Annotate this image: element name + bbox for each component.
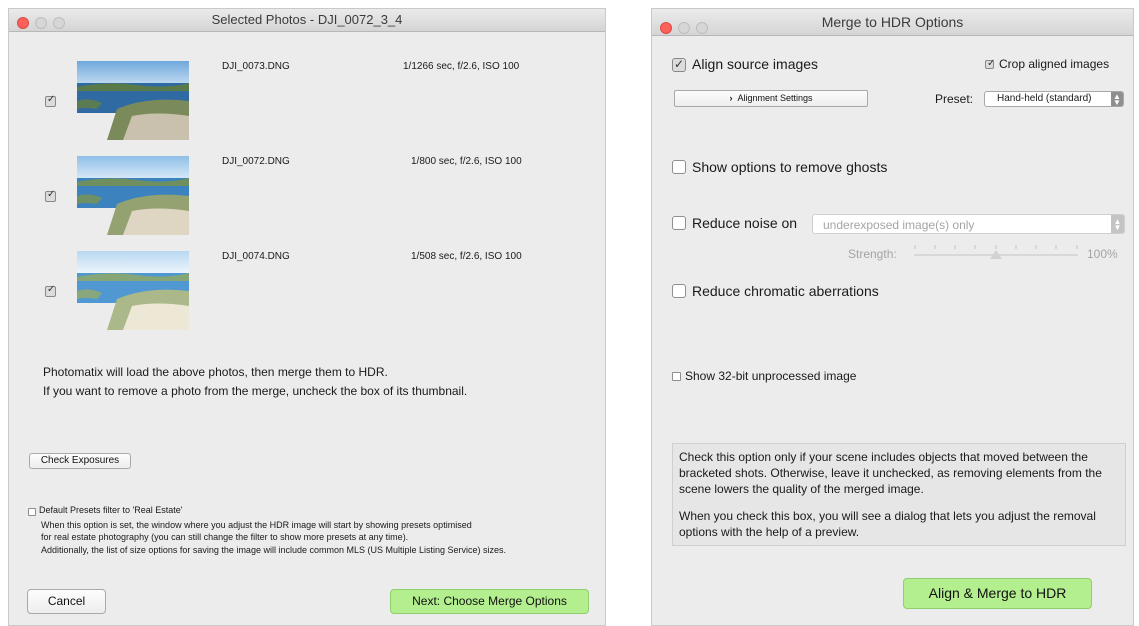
- photo-exposure-2: 1/800 sec, f/2.6, ISO 100: [411, 156, 522, 167]
- remove-ghosts-label: Show options to remove ghosts: [692, 159, 888, 175]
- photo-thumbnail-1: [77, 61, 189, 140]
- minimize-icon[interactable]: [35, 17, 47, 29]
- remove-ghosts-checkbox[interactable]: [672, 160, 686, 174]
- help-text-box: Check this option only if your scene inc…: [672, 443, 1126, 546]
- strength-slider-thumb[interactable]: [990, 250, 1002, 259]
- presets-desc-line-2: for real estate photography (you can sti…: [41, 532, 409, 542]
- presets-desc-line-1: When this option is set, the window wher…: [41, 520, 472, 530]
- strength-slider[interactable]: [914, 245, 1078, 261]
- photo-checkbox-3[interactable]: [45, 284, 56, 297]
- next-choose-merge-options-button[interactable]: Next: Choose Merge Options: [390, 589, 589, 614]
- reduce-noise-label: Reduce noise on: [692, 215, 798, 231]
- window-controls: [660, 16, 714, 42]
- selected-photos-window: Selected Photos - DJI_0072_3_4 DJI_0073.…: [8, 8, 606, 626]
- chevron-updown-icon: ▲ ▼: [1111, 92, 1123, 107]
- default-presets-checkbox[interactable]: [28, 508, 36, 516]
- preset-label: Preset:: [935, 92, 974, 106]
- align-source-images-checkbox[interactable]: [672, 57, 686, 72]
- preset-select[interactable]: Hand-held (standard) ▲ ▼: [984, 91, 1124, 107]
- photo-thumbnail-3: [77, 251, 189, 330]
- show-32bit-checkbox[interactable]: [672, 372, 681, 381]
- photo-exposure-1: 1/1266 sec, f/2.6, ISO 100: [403, 61, 520, 72]
- title-bar: Merge to HDR Options: [652, 9, 1133, 36]
- strength-value: 100%: [1087, 247, 1118, 261]
- default-presets-label: Default Presets filter to 'Real Estate': [39, 505, 183, 515]
- help-paragraph-2: When you check this box, you will see a …: [679, 509, 1096, 539]
- chevron-right-icon: ›: [729, 93, 733, 103]
- photo-exposure-3: 1/508 sec, f/2.6, ISO 100: [411, 251, 522, 262]
- presets-desc-line-3: Additionally, the list of size options f…: [41, 545, 507, 555]
- align-source-images-label: Align source images: [692, 56, 819, 72]
- chromatic-aberrations-label: Reduce chromatic aberrations: [692, 283, 879, 299]
- close-icon[interactable]: [17, 17, 29, 29]
- crop-aligned-images-checkbox[interactable]: [985, 58, 995, 69]
- chromatic-aberrations-checkbox[interactable]: [672, 284, 686, 298]
- preset-select-value: Hand-held (standard): [997, 93, 1092, 104]
- crop-aligned-images-label: Crop aligned images: [999, 57, 1110, 71]
- help-paragraph-1: Check this option only if your scene inc…: [679, 450, 1102, 496]
- alignment-settings-label: Alignment Settings: [737, 93, 813, 103]
- align-merge-to-hdr-button[interactable]: Align & Merge to HDR: [903, 578, 1092, 609]
- reduce-noise-checkbox[interactable]: [672, 216, 686, 230]
- zoom-icon[interactable]: [53, 17, 65, 29]
- close-icon[interactable]: [660, 22, 672, 34]
- cancel-button[interactable]: Cancel: [27, 589, 106, 614]
- title-bar: Selected Photos - DJI_0072_3_4: [9, 9, 605, 32]
- photo-checkbox-2[interactable]: [45, 189, 56, 202]
- photo-filename-1: DJI_0073.DNG: [222, 61, 290, 72]
- photo-checkbox-1[interactable]: [45, 94, 56, 107]
- noise-target-select[interactable]: underexposed image(s) only ▲ ▼: [812, 214, 1125, 234]
- strength-label: Strength:: [848, 247, 897, 261]
- window-title: Selected Photos - DJI_0072_3_4: [211, 12, 403, 27]
- window-title: Merge to HDR Options: [821, 14, 964, 30]
- photo-filename-3: DJI_0074.DNG: [222, 251, 290, 262]
- info-line-1: Photomatix will load the above photos, t…: [43, 365, 388, 379]
- window-controls: [17, 14, 71, 36]
- show-32bit-label: Show 32-bit unprocessed image: [685, 369, 857, 383]
- check-exposures-button[interactable]: Check Exposures: [29, 453, 131, 469]
- chevron-updown-icon: ▲ ▼: [1111, 215, 1124, 233]
- noise-target-value: underexposed image(s) only: [823, 218, 975, 232]
- photo-filename-2: DJI_0072.DNG: [222, 156, 290, 167]
- zoom-icon[interactable]: [696, 22, 708, 34]
- photo-thumbnail-2: [77, 156, 189, 235]
- minimize-icon[interactable]: [678, 22, 690, 34]
- alignment-settings-button[interactable]: › Alignment Settings: [674, 90, 868, 107]
- info-line-2: If you want to remove a photo from the m…: [43, 384, 468, 398]
- merge-to-hdr-options-window: Merge to HDR Options Align source images…: [651, 8, 1134, 626]
